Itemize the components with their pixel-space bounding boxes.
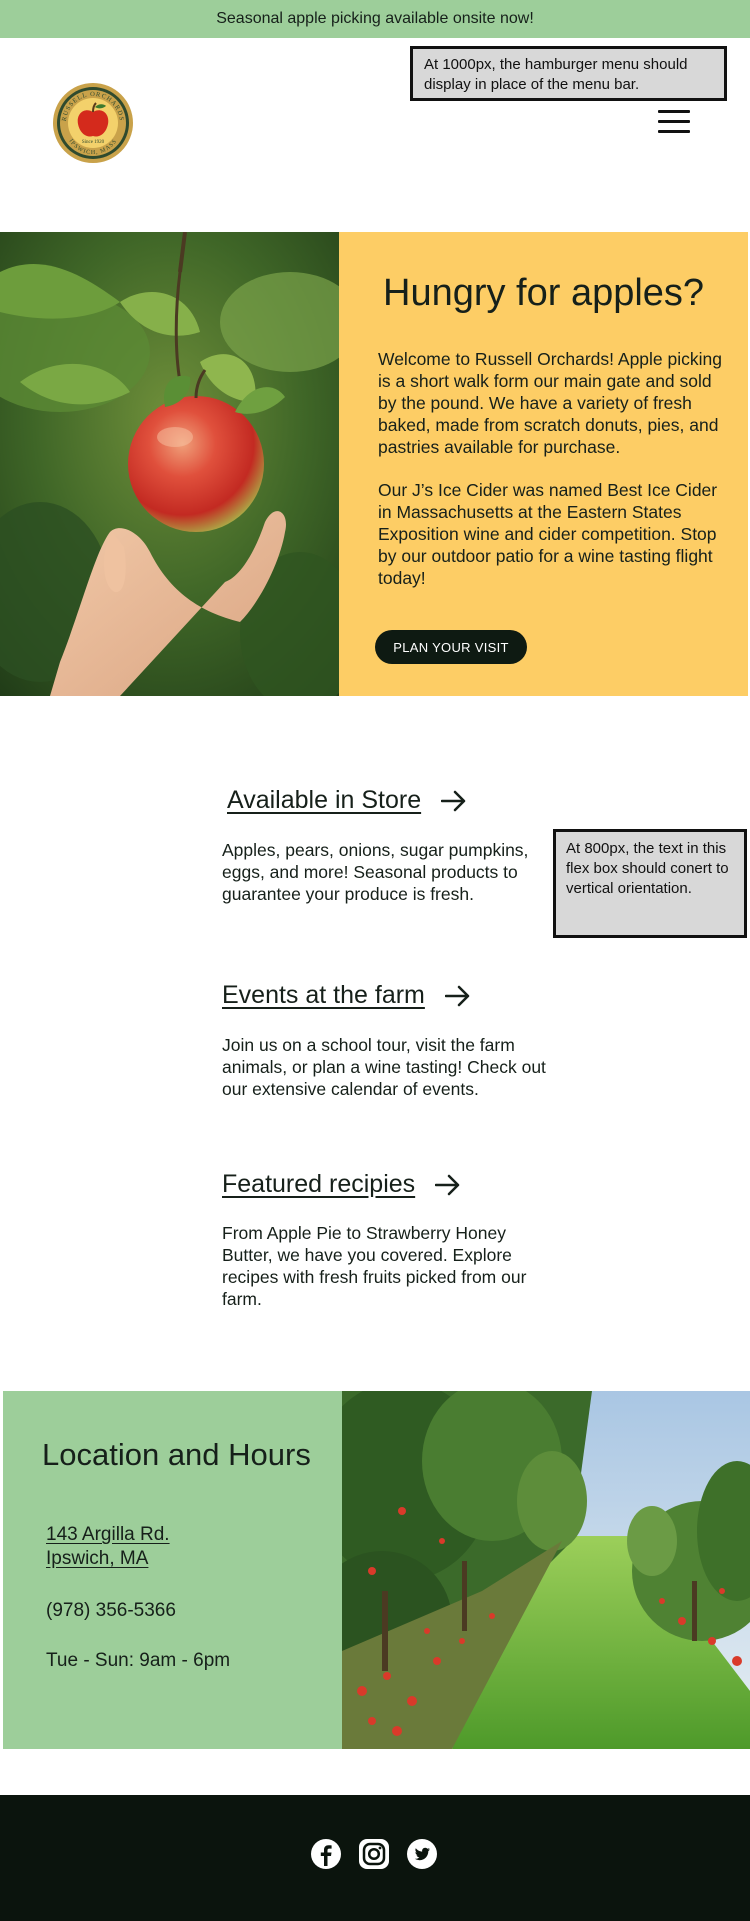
announcement-banner: Seasonal apple picking available onsite … <box>0 0 750 38</box>
location-title: Location and Hours <box>42 1437 311 1472</box>
announcement-text: Seasonal apple picking available onsite … <box>216 10 534 27</box>
hero-apple-image <box>0 232 339 696</box>
footer <box>0 1795 750 1921</box>
instagram-icon[interactable] <box>358 1838 390 1870</box>
feature-events-link[interactable]: Events at the farm <box>222 981 471 1010</box>
hero-paragraph-welcome: Welcome to Russell Orchards! Apple picki… <box>378 349 722 457</box>
feature-title: Available in Store <box>227 786 422 814</box>
feature-events-text: Join us on a school tour, visit the farm… <box>222 1035 546 1099</box>
orchard-seal-logo-icon[interactable]: Since 1920 RUSSELL ORCHARDS IPSWICH, MAS… <box>52 82 134 164</box>
hamburger-menu-icon[interactable] <box>658 110 690 134</box>
location-hours-panel: Location and Hours 143 Argilla Rd. Ipswi… <box>3 1391 342 1749</box>
annotation-note-hamburger: At 1000px, the hamburger menu should dis… <box>410 46 727 101</box>
twitter-icon[interactable] <box>406 1838 438 1870</box>
arrow-right-icon <box>441 790 466 811</box>
orchard-rows-image <box>342 1391 750 1749</box>
arrow-right-icon <box>435 1174 460 1195</box>
arrow-right-icon <box>444 985 470 1006</box>
hero-title: Hungry for apples? <box>383 272 705 314</box>
feature-available-in-store-link[interactable]: Available in Store <box>227 786 467 815</box>
address-line2-link[interactable]: Ipswich, MA <box>46 1548 148 1570</box>
plan-your-visit-button[interactable]: PLAN YOUR VISIT <box>375 630 527 664</box>
phone-number: (978) 356-5366 <box>46 1600 176 1621</box>
feature-available-in-store-text: Apples, pears, onions, sugar pumpkins, e… <box>222 840 529 904</box>
hero-paragraph-ice-cider: Our J’s Ice Cider was named Best Ice Cid… <box>378 480 718 588</box>
address-line1-link[interactable]: 143 Argilla Rd. <box>46 1524 170 1546</box>
feature-recipes-text: From Apple Pie to Strawberry Honey Butte… <box>222 1223 527 1309</box>
hero-panel: Hungry for apples? Welcome to Russell Or… <box>339 232 748 696</box>
annotation-note-flex: At 800px, the text in this flex box shou… <box>553 829 747 938</box>
svg-text:Since 1920: Since 1920 <box>82 140 105 145</box>
feature-title: Events at the farm <box>222 981 425 1009</box>
feature-title: Featured recipies <box>222 1170 416 1198</box>
business-hours: Tue - Sun: 9am - 6pm <box>46 1650 231 1671</box>
feature-recipes-link[interactable]: Featured recipies <box>222 1170 461 1199</box>
facebook-icon[interactable] <box>310 1838 342 1870</box>
